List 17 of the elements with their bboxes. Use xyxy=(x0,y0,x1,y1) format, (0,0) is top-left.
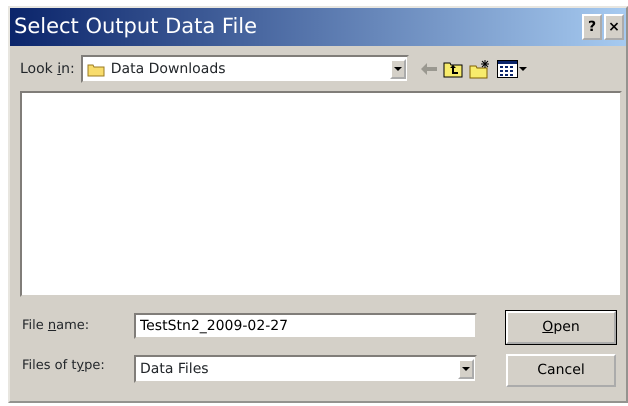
field-label: File name: xyxy=(22,317,90,335)
close-button[interactable]: × xyxy=(604,14,624,40)
dropdown-value: Data Downloads xyxy=(110,60,226,78)
look-in-dropdown[interactable]: Data Downloads xyxy=(80,55,409,83)
cancel-button[interactable]: Cancel xyxy=(506,354,616,387)
dropdown-value: Data Files xyxy=(139,360,210,378)
file-name-field[interactable]: TestStn2_2009-02-27 xyxy=(134,313,477,339)
help-button[interactable]: ? xyxy=(582,14,602,40)
window-title: Select Output Data File xyxy=(14,13,258,40)
open-button[interactable]: Open xyxy=(506,311,616,344)
view-menu-icon[interactable] xyxy=(496,60,527,78)
new-folder-icon[interactable] xyxy=(468,59,491,79)
folder-icon xyxy=(86,62,105,76)
file-type-dropdown[interactable]: Data Files xyxy=(134,355,477,383)
up-folder-icon[interactable] xyxy=(442,60,463,78)
field-label: Files of type: xyxy=(22,357,106,375)
field-label: Look in: xyxy=(20,60,75,78)
